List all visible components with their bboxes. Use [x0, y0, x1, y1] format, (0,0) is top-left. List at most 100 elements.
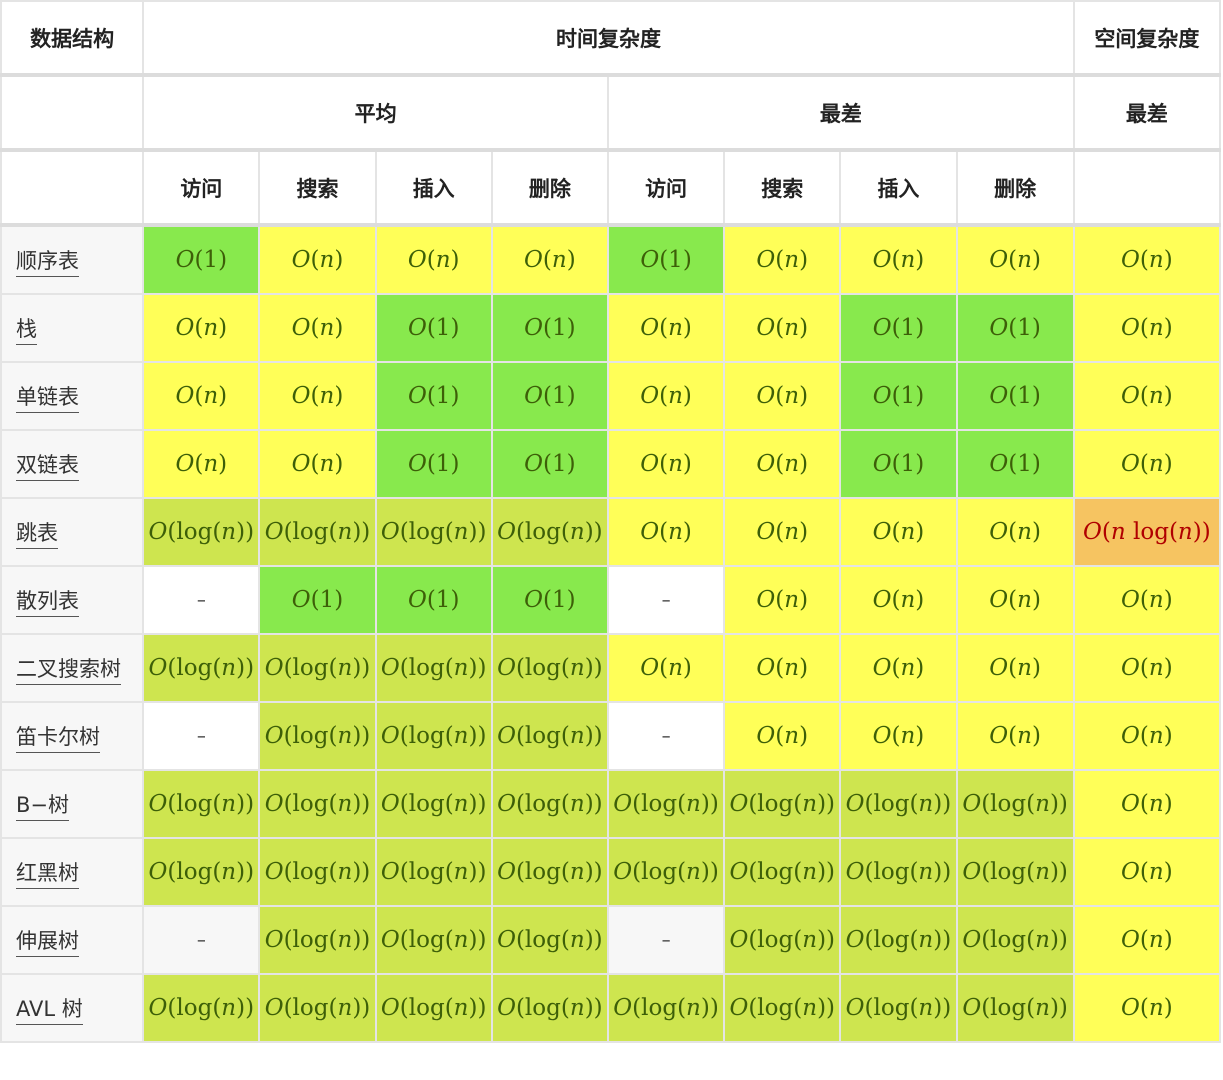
complexity-cell: O(log(n)) — [258, 701, 377, 771]
complexity-cell: O(log(n)) — [142, 973, 261, 1043]
complexity-cell: – — [142, 701, 261, 771]
complexity-cell: O(log(n)) — [490, 633, 609, 703]
complexity-cell: O(n) — [723, 293, 842, 363]
structure-link[interactable]: 双链表 — [16, 453, 79, 481]
header-time-complexity: 时间复杂度 — [142, 0, 1075, 77]
complexity-value: O(log(n)) — [497, 995, 603, 1021]
complexity-value: O(log(n)) — [497, 723, 603, 749]
complexity-value: O(n) — [872, 587, 925, 613]
structure-link[interactable]: 跳表 — [16, 521, 58, 549]
complexity-cell: O(1) — [374, 293, 493, 363]
complexity-value: O(1) — [524, 451, 576, 477]
complexity-cell: O(log(n)) — [374, 769, 493, 839]
complexity-cell: O(1) — [955, 429, 1075, 499]
complexity-value: O(n) — [1121, 859, 1173, 885]
complexity-value: O(n) — [756, 655, 809, 681]
complexity-value: O(n) — [407, 247, 460, 273]
complexity-cell: O(n) — [723, 361, 842, 431]
complexity-cell: O(1) — [374, 565, 493, 635]
complexity-value: O(log(n)) — [148, 655, 255, 681]
complexity-value: O(n) — [1121, 655, 1173, 681]
complexity-value: O(log(n)) — [148, 995, 255, 1021]
complexity-cell: O(1) — [606, 224, 726, 295]
complexity-cell: O(log(n)) — [142, 497, 261, 567]
structure-link[interactable]: 二叉搜索树 — [16, 657, 121, 685]
complexity-cell: O(log(n)) — [258, 497, 377, 567]
structure-link[interactable]: 笛卡尔树 — [16, 725, 100, 753]
table-row: 顺序表 O(1) O(n) O(n) O(n) O(1) O(n) O(n) O(n) O(n) — [0, 224, 1222, 295]
complexity-cell: O(n) — [1072, 565, 1222, 635]
complexity-value: O(1) — [524, 587, 576, 613]
complexity-value: O(log(n)) — [845, 859, 952, 885]
complexity-cell: O(log(n)) — [374, 497, 493, 567]
complexity-value: O(1) — [407, 315, 460, 341]
structure-link[interactable]: 顺序表 — [16, 249, 79, 277]
complexity-value: O(n) — [756, 383, 809, 409]
complexity-value: O(log(n)) — [845, 791, 952, 817]
complexity-value: O(n) — [1121, 451, 1173, 477]
complexity-value: O(log(n)) — [497, 519, 603, 545]
complexity-cell: O(log(n)) — [606, 973, 726, 1043]
complexity-value: O(n) — [756, 587, 809, 613]
complexity-value: O(n) — [872, 519, 925, 545]
complexity-value: O(1) — [524, 383, 576, 409]
complexity-cell: O(n) — [723, 565, 842, 635]
complexity-value: O(n) — [1121, 791, 1173, 817]
complexity-value: O(n) — [291, 247, 344, 273]
complexity-value: O(log(n)) — [729, 791, 836, 817]
header-op-search: 搜索 — [723, 149, 842, 227]
complexity-value: O(n) — [640, 383, 692, 409]
complexity-cell: O(n) — [1072, 905, 1222, 975]
complexity-value: O(n) — [756, 247, 809, 273]
structure-link[interactable]: 栈 — [16, 317, 37, 345]
complexity-value: O(1) — [407, 587, 460, 613]
complexity-value: O(n) — [756, 723, 809, 749]
complexity-value: O(log(n)) — [962, 995, 1068, 1021]
complexity-cell: O(log(n)) — [723, 973, 842, 1043]
complexity-cell: O(1) — [490, 293, 609, 363]
structure-link[interactable]: 单链表 — [16, 385, 79, 413]
complexity-cell: O(n) — [839, 565, 958, 635]
complexity-value: O(log(n)) — [380, 655, 487, 681]
structure-link[interactable]: 散列表 — [16, 589, 79, 617]
complexity-value: O(n) — [291, 383, 344, 409]
complexity-value: O(log(n)) — [380, 723, 487, 749]
structure-link[interactable]: 伸展树 — [16, 929, 79, 957]
table-body: 顺序表 O(1) O(n) O(n) O(n) O(1) O(n) O(n) O(n) O(n) 栈… — [0, 224, 1222, 1043]
complexity-value: O(log(n)) — [962, 859, 1068, 885]
row-header: 笛卡尔树 — [0, 701, 145, 771]
complexity-cell: O(log(n)) — [258, 769, 377, 839]
complexity-value: O(n) — [175, 451, 228, 477]
complexity-cell: O(log(n)) — [955, 905, 1075, 975]
complexity-value: O(n) — [756, 519, 809, 545]
header-op-access: 访问 — [606, 149, 726, 227]
complexity-cell: O(n) — [955, 224, 1075, 295]
complexity-value: O(1) — [989, 315, 1041, 341]
complexity-value: O(1) — [872, 383, 925, 409]
complexity-cell: – — [142, 905, 261, 975]
row-header: AVL 树 — [0, 973, 145, 1043]
complexity-cell: O(log(n)) — [723, 837, 842, 907]
complexity-cell: O(n) — [490, 224, 609, 295]
complexity-value: O(n) — [989, 247, 1041, 273]
complexity-value: O(n) — [1121, 927, 1173, 953]
header-data-structure: 数据结构 — [0, 0, 145, 77]
complexity-cell: O(log(n)) — [839, 973, 958, 1043]
complexity-cell: O(log(n)) — [258, 837, 377, 907]
complexity-cell: O(n) — [258, 293, 377, 363]
row-header: 顺序表 — [0, 224, 145, 295]
complexity-value: O(n) — [989, 655, 1041, 681]
complexity-value: O(log(n)) — [148, 791, 255, 817]
complexity-cell: O(log(n)) — [490, 769, 609, 839]
structure-link[interactable]: AVL 树 — [16, 997, 83, 1025]
structure-link[interactable]: 红黑树 — [16, 861, 79, 889]
complexity-cell: O(1) — [142, 224, 261, 295]
complexity-value: O(n) — [756, 315, 809, 341]
complexity-value: O(log(n)) — [497, 655, 603, 681]
complexity-cell: O(1) — [839, 429, 958, 499]
complexity-cell: O(log(n)) — [490, 497, 609, 567]
complexity-cell: O(log(n)) — [142, 633, 261, 703]
structure-link[interactable]: B−树 — [16, 793, 70, 821]
complexity-value: O(log(n)) — [380, 859, 487, 885]
complexity-value: O(1) — [989, 451, 1041, 477]
